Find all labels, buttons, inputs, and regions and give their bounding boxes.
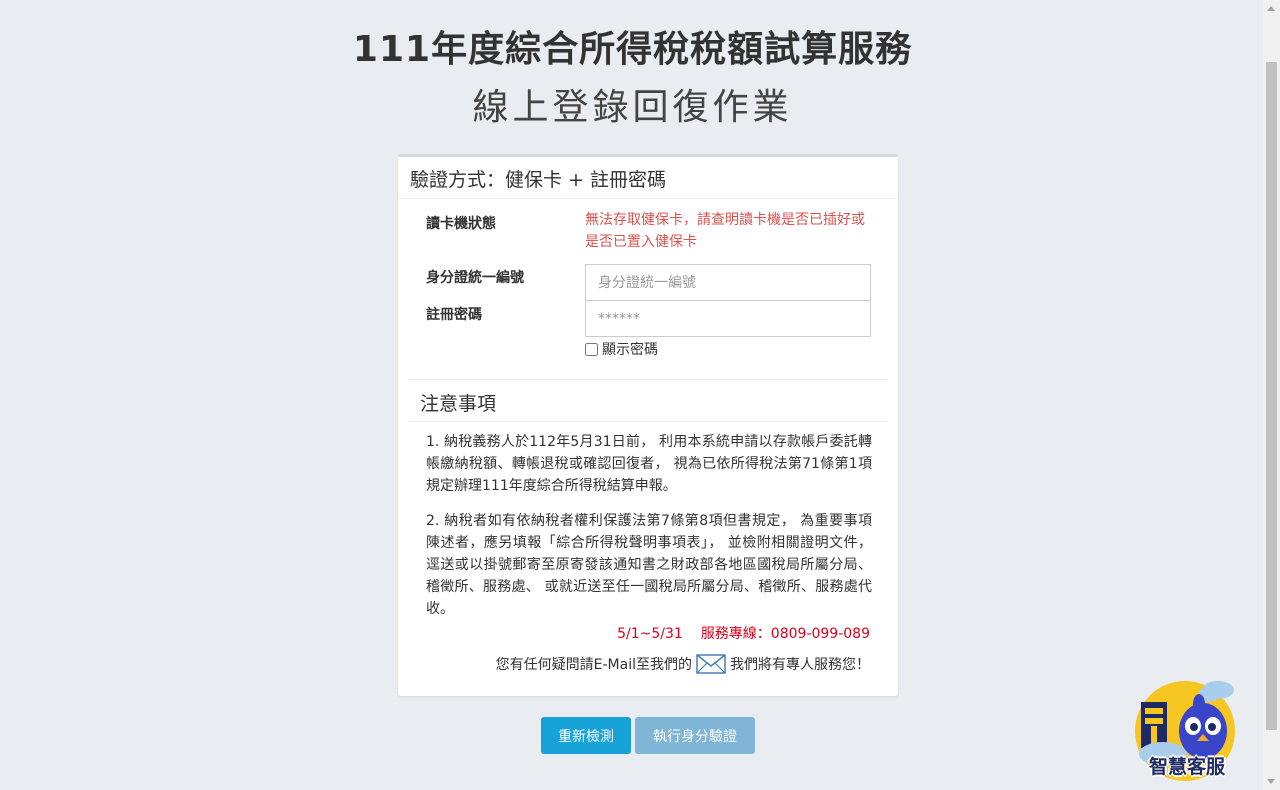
chatbot-label[interactable]: 智慧客服 (1140, 752, 1234, 779)
notice-divider-bottom (408, 421, 888, 422)
id-label: 身分證統一編號 (426, 270, 524, 286)
scrollbar[interactable] (1263, 0, 1280, 790)
recheck-button[interactable]: 重新檢測 (541, 717, 631, 754)
show-password-toggle[interactable]: 顯示密碼 (585, 339, 658, 359)
notice-item: 2. 納稅者如有依納稅者權利保護法第7條第8項但書規定， 為重要事項陳述者，應另… (426, 513, 872, 617)
email-prefix: 您有任何疑問請E-Mail至我們的 (495, 657, 692, 673)
login-card: 驗證方式：健保卡 + 註冊密碼 讀卡機狀態 無法存取健保卡，請查明讀卡機是否已插… (398, 154, 898, 696)
id-input[interactable] (585, 264, 871, 301)
password-input[interactable] (585, 300, 871, 337)
scrollbar-thumb[interactable] (1266, 62, 1277, 730)
service-period: 5/1~5/31 (617, 626, 683, 642)
show-password-checkbox[interactable] (585, 342, 598, 356)
page-title: 111年度綜合所得稅稅額試算服務 (352, 29, 913, 70)
card-header: 驗證方式：健保卡 + 註冊密碼 (398, 157, 898, 199)
scroll-down-icon[interactable] (1267, 779, 1275, 784)
show-password-label: 顯示密碼 (602, 342, 658, 358)
verify-identity-button[interactable]: 執行身分驗證 (635, 717, 755, 754)
reader-status-label: 讀卡機狀態 (426, 216, 496, 232)
notice-title: 注意事項 (420, 393, 497, 415)
notice-item: 1. 納稅義務人於112年5月31日前， 利用本系統申請以存款帳戶委託轉帳繳納稅… (426, 434, 872, 494)
service-hotline: 5/1~5/31 服務專線：0809-099-089 (617, 623, 870, 643)
notice-divider (408, 379, 888, 380)
email-contact-line: 您有任何疑問請E-Mail至我們的 我們將有專人服務您！ (496, 654, 870, 674)
reader-status-message: 無法存取健保卡，請查明讀卡機是否已插好或是否已置入健保卡 (585, 212, 865, 250)
email-suffix: 我們將有專人服務您！ (730, 657, 870, 673)
page-subtitle: 線上登錄回復作業 (472, 87, 793, 128)
password-label: 註冊密碼 (426, 307, 482, 323)
hotline-number: 服務專線：0809-099-089 (700, 626, 870, 642)
envelope-icon[interactable] (696, 654, 726, 674)
scroll-up-icon[interactable] (1267, 6, 1275, 11)
